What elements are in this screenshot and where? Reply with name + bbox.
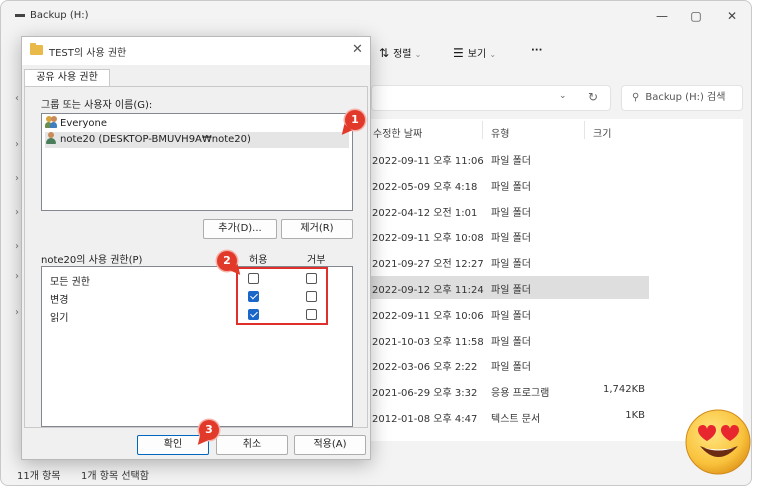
row-size: 1,742KB <box>602 384 645 396</box>
expand-arrow-icon[interactable]: › <box>15 271 19 282</box>
row-date: 2022-09-12 오후 11:24 <box>372 285 484 296</box>
table-row[interactable]: 2021-09-27 오전 12:27 파일 폴더 <box>367 250 649 273</box>
row-type: 텍스트 문서 <box>491 414 541 425</box>
search-icon: ⚲ <box>632 92 640 103</box>
row-date: 2021-06-29 오후 3:32 <box>372 388 478 400</box>
table-row[interactable]: 2022-09-11 오후 10:08 파일 폴더 <box>367 224 649 247</box>
remove-button[interactable]: 제거(R) <box>281 219 353 239</box>
row-type: 파일 폴더 <box>491 233 531 245</box>
row-type: 파일 폴더 <box>491 336 531 348</box>
permission-name: 변경 <box>50 295 69 306</box>
search-input[interactable]: ⚲ Backup (H:) 검색 <box>621 85 743 111</box>
permissions-label: note20의 사용 권한(P) <box>41 255 143 266</box>
deny-header: 거부 <box>307 255 326 266</box>
expand-arrow-icon[interactable]: › <box>15 241 19 252</box>
cancel-button[interactable]: 취소 <box>216 435 288 455</box>
permissions-dialog: TEST의 사용 권한 ✕ 공유 사용 권한 그룹 또는 사용자 이름(G): … <box>21 36 371 460</box>
user-listbox[interactable]: Everyone note20 (DESKTOP-BMUVH9A₩note20) <box>41 113 353 211</box>
dialog-titlebar[interactable]: TEST의 사용 권한 ✕ <box>22 37 370 65</box>
column-separator[interactable] <box>584 121 585 139</box>
table-row[interactable]: 2012-01-08 오후 4:47 텍스트 문서 1KB <box>367 405 649 428</box>
row-size: 1KB <box>625 410 645 421</box>
highlight-box <box>236 267 328 325</box>
tab-panel: 그룹 또는 사용자 이름(G): Everyone note20 (DESKTO… <box>24 86 368 428</box>
row-type: 파일 폴더 <box>491 362 531 374</box>
table-row[interactable]: 2022-09-11 오후 11:06 파일 폴더 <box>367 147 649 170</box>
maximize-button[interactable]: ▢ <box>681 7 711 25</box>
row-date: 2022-05-09 오후 4:18 <box>372 181 478 193</box>
user-item-everyone[interactable]: Everyone <box>45 116 107 132</box>
minimize-button[interactable]: — <box>647 7 677 25</box>
expand-arrow-icon[interactable]: › <box>15 173 19 184</box>
row-date: 2022-04-12 오전 1:01 <box>372 207 478 219</box>
row-date: 2012-01-08 오후 4:47 <box>372 414 478 425</box>
tab-share-permissions[interactable]: 공유 사용 권한 <box>24 69 110 87</box>
permissions-listbox: 모든 권한 변경 읽기 <box>41 266 353 427</box>
permission-name: 모든 권한 <box>50 277 90 288</box>
row-date: 2022-09-11 오후 10:08 <box>372 233 484 245</box>
row-date: 2022-09-11 오후 10:06 <box>372 310 484 322</box>
expand-arrow-icon[interactable]: › <box>15 307 19 318</box>
allow-header: 허용 <box>249 255 268 266</box>
row-type: 파일 폴더 <box>491 259 531 271</box>
row-type: 파일 폴더 <box>491 156 531 167</box>
status-selected-count: 1개 항목 선택함 <box>81 471 149 482</box>
status-item-count: 11개 항목 <box>17 471 61 482</box>
group-user-label: 그룹 또는 사용자 이름(G): <box>41 100 153 111</box>
chevron-down-icon[interactable]: ⌄ <box>559 91 567 101</box>
row-type: 파일 폴더 <box>491 285 531 296</box>
explorer-title: Backup (H:) <box>15 10 89 21</box>
more-options-button[interactable]: ··· <box>531 45 542 56</box>
expand-arrow-icon[interactable]: › <box>15 139 19 150</box>
apply-button[interactable]: 적용(A) <box>294 435 366 455</box>
expand-arrow-icon[interactable]: › <box>15 207 19 218</box>
permission-name: 읽기 <box>50 313 69 324</box>
row-type: 파일 폴더 <box>491 310 531 322</box>
group-users-icon <box>45 116 57 128</box>
add-button[interactable]: 추가(D)... <box>203 219 277 239</box>
row-type: 파일 폴더 <box>491 181 531 193</box>
row-type: 응용 프로그램 <box>491 388 550 400</box>
user-item-note20[interactable]: note20 (DESKTOP-BMUVH9A₩note20) <box>45 132 349 148</box>
row-date: 2021-10-03 오후 11:58 <box>372 336 484 348</box>
heart-eyes-emoji-icon <box>685 409 751 475</box>
drive-icon <box>15 13 25 17</box>
column-separator[interactable] <box>482 121 483 139</box>
column-header-modified[interactable]: 수정한 날짜 <box>373 125 422 140</box>
row-date: 2022-09-11 오후 11:06 <box>372 156 484 167</box>
user-icon <box>45 132 57 144</box>
table-row[interactable]: 2022-09-11 오후 10:06 파일 폴더 <box>367 302 649 325</box>
folder-icon <box>30 43 43 55</box>
refresh-icon[interactable]: ↻ <box>588 90 598 104</box>
table-row[interactable]: 2021-06-29 오후 3:32 응용 프로그램 1,742KB <box>367 379 649 402</box>
column-header-size[interactable]: 크기 <box>593 125 611 140</box>
address-bar[interactable]: ⌄ ↻ <box>371 85 611 111</box>
table-row[interactable]: 2022-05-09 오후 4:18 파일 폴더 <box>367 173 649 196</box>
row-date: 2022-03-06 오후 2:22 <box>372 362 478 374</box>
table-row[interactable]: 2021-10-03 오후 11:58 파일 폴더 <box>367 328 649 351</box>
expand-arrow-icon[interactable]: ‹ <box>15 93 19 104</box>
table-row[interactable]: 2022-09-12 오후 11:24 파일 폴더 <box>367 276 649 299</box>
view-icon: ☰ <box>453 46 464 60</box>
close-button[interactable]: ✕ <box>717 7 747 25</box>
table-row[interactable]: 2022-03-06 오후 2:22 파일 폴더 <box>367 353 649 376</box>
sort-icon: ⇅ <box>379 46 390 60</box>
sort-button[interactable]: ⇅ 정렬 ⌄ <box>379 45 421 60</box>
table-row[interactable]: 2022-04-12 오전 1:01 파일 폴더 <box>367 199 649 222</box>
chevron-down-icon: ⌄ <box>414 50 422 59</box>
column-header-type[interactable]: 유형 <box>491 125 509 140</box>
dialog-title: TEST의 사용 권한 <box>49 48 127 59</box>
row-type: 파일 폴더 <box>491 207 531 219</box>
row-date: 2021-09-27 오전 12:27 <box>372 259 484 271</box>
chevron-down-icon: ⌄ <box>489 50 497 59</box>
view-button[interactable]: ☰ 보기 ⌄ <box>453 45 496 60</box>
dialog-close-icon[interactable]: ✕ <box>352 42 363 57</box>
